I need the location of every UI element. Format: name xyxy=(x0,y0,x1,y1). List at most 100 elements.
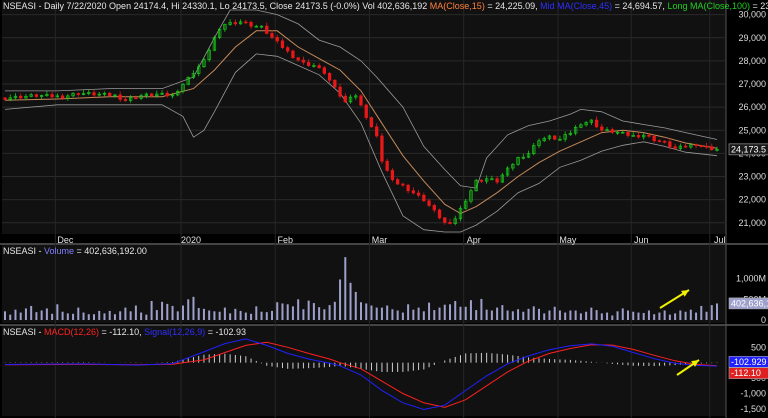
stock-chart: 30,00029,00028,00027,00026,00025,00024,0… xyxy=(0,0,768,418)
candle-body xyxy=(432,205,436,211)
macd-header-prefix: NSEASI - xyxy=(3,327,45,337)
volume-bar xyxy=(360,302,362,320)
volume-bar xyxy=(244,312,247,320)
volume-bar xyxy=(192,296,195,320)
volume-bar xyxy=(454,300,457,320)
ma-label: MA(Close,15) xyxy=(429,1,485,11)
volume-bar xyxy=(202,308,205,320)
volume-bar xyxy=(318,307,321,320)
volume-bar xyxy=(307,300,310,320)
volume-bar xyxy=(171,305,174,320)
volume-bar xyxy=(679,310,682,320)
candle-body xyxy=(427,200,431,206)
volume-bar xyxy=(276,302,279,320)
candle-body xyxy=(291,50,295,59)
volume-bar xyxy=(501,305,504,320)
volume-bar xyxy=(716,303,718,320)
volume-bar xyxy=(642,312,645,320)
volume-bar xyxy=(328,305,331,320)
candle-body xyxy=(600,126,604,131)
volume-label: Volume xyxy=(44,246,75,256)
candle-body xyxy=(668,141,672,148)
candle-body xyxy=(92,92,96,96)
last-macd-tag-text: -112.10 xyxy=(731,368,761,378)
volume-bar xyxy=(349,282,352,320)
macd-label: MACD(12,26) xyxy=(44,327,100,337)
volume-bar xyxy=(229,313,232,320)
volume-bar xyxy=(354,291,357,320)
candle-body xyxy=(369,117,374,128)
candle-body xyxy=(60,95,65,99)
volume-bar xyxy=(4,311,6,320)
volume-bar xyxy=(129,311,132,320)
volume-bar xyxy=(302,309,305,320)
price-header: NSEASI - Daily 7/22/2020 Open 24174.4, H… xyxy=(3,1,768,11)
volume-bar xyxy=(710,305,713,320)
candle-body xyxy=(694,144,698,147)
candle-body xyxy=(322,67,327,74)
volume-tick-label: 0 xyxy=(761,315,766,325)
volume-bar xyxy=(485,309,488,320)
price-tick-label: 30,000 xyxy=(738,10,766,20)
candle-body xyxy=(553,135,557,140)
candle-body xyxy=(149,93,154,97)
volume-bar xyxy=(197,308,200,320)
macd-tick-label: -1,000 xyxy=(740,389,766,399)
candle-body xyxy=(422,194,426,202)
volume-bar xyxy=(627,310,629,320)
volume-bar xyxy=(449,304,451,320)
volume-header-prefix: NSEASI - xyxy=(3,246,45,256)
x-tick-label: Mar xyxy=(372,235,388,245)
volume-bar xyxy=(475,310,478,320)
price-tick-label: 29,000 xyxy=(738,33,766,43)
candle-body xyxy=(286,47,290,52)
volume-bar xyxy=(66,313,69,320)
volume-bar xyxy=(51,313,54,320)
candle-body xyxy=(296,57,300,61)
candle-body xyxy=(123,99,128,101)
volume-bar xyxy=(668,314,671,320)
price-header-prefix: NSEASI - Daily 7/22/2020 Open 24174.4, H… xyxy=(3,1,430,11)
candle-body xyxy=(380,135,384,162)
long-ma-value: = 23,85 xyxy=(752,1,768,11)
volume-bar xyxy=(695,312,698,320)
volume-bar xyxy=(632,311,635,320)
volume-bar xyxy=(558,310,561,320)
volume-bar xyxy=(365,303,368,320)
candle-body xyxy=(673,146,677,149)
candle-body xyxy=(3,97,7,100)
volume-bar xyxy=(433,310,436,320)
volume-bar xyxy=(119,311,122,320)
volume-value: = 402,636,192.00 xyxy=(74,246,147,256)
volume-bar xyxy=(438,307,441,320)
volume-header: NSEASI - Volume = 402,636,192.00 xyxy=(3,246,147,256)
volume-bar xyxy=(56,304,59,320)
x-tick-label: Apr xyxy=(467,235,481,245)
volume-bar xyxy=(511,311,514,320)
candle-body xyxy=(657,140,662,143)
candle-body xyxy=(683,145,688,148)
volume-bar xyxy=(417,307,420,320)
volume-bar xyxy=(9,314,12,320)
candle-body xyxy=(165,92,169,97)
last-price-tag: 24,173.5 xyxy=(728,143,768,156)
volume-bar xyxy=(522,311,525,320)
volume-bar xyxy=(689,309,692,320)
candle-body xyxy=(50,94,54,98)
volume-bar xyxy=(103,313,106,320)
volume-bar xyxy=(553,306,556,320)
price-tick-label: 27,000 xyxy=(738,79,766,89)
volume-bar xyxy=(705,311,708,320)
candle-body xyxy=(406,184,410,192)
candle-body xyxy=(479,179,484,182)
volume-bar xyxy=(145,314,148,320)
volume-bar xyxy=(569,310,572,320)
volume-bar xyxy=(616,311,619,320)
last-price-tag-text: 24,173.5 xyxy=(731,144,766,154)
candle-body xyxy=(275,37,279,42)
volume-bar xyxy=(323,309,326,320)
price-panel xyxy=(2,0,726,234)
volume-bar xyxy=(585,311,588,320)
candle-body xyxy=(411,190,416,194)
candle-body xyxy=(244,21,248,24)
